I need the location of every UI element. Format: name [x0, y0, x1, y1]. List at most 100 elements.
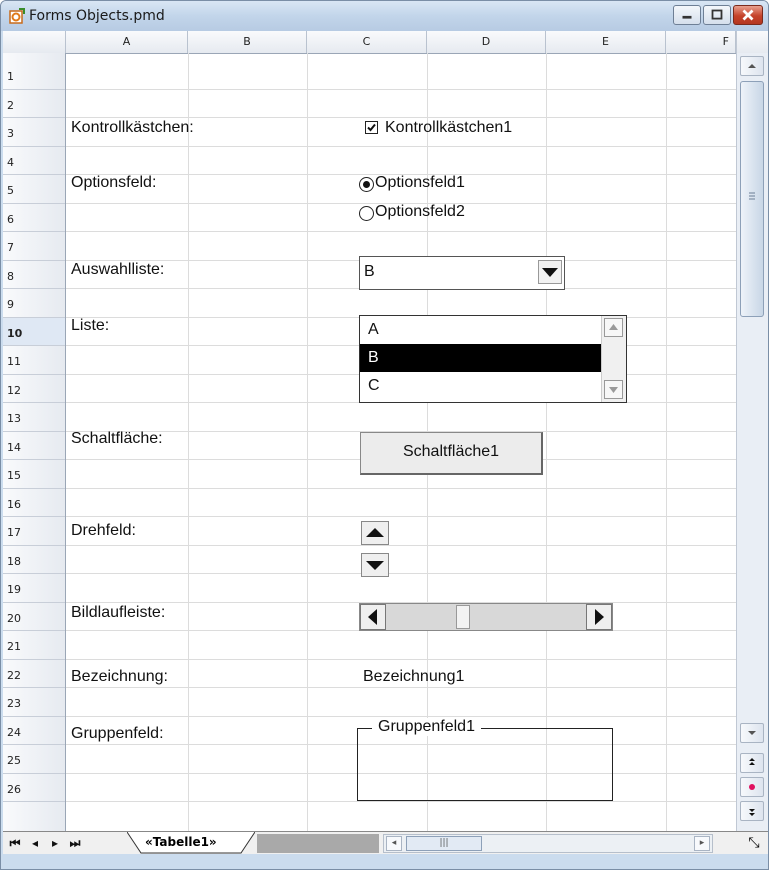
row-header-12[interactable]: 12 [3, 375, 65, 403]
sheet-vertical-scrollbar[interactable] [736, 53, 768, 831]
horizontal-scroll-thumb[interactable]: ||| [406, 836, 482, 851]
split-corner-icon[interactable]: ⤡ [743, 834, 765, 853]
row-header-bar: 1 2 3 4 5 6 7 8 9 10 11 12 13 14 15 16 17 18 19 20 21 22 23 24 2… [3, 53, 66, 831]
navigator-button[interactable] [740, 777, 764, 797]
grip-icon [749, 192, 755, 200]
row-header-14[interactable]: 14 [3, 432, 65, 460]
checkbox-kontrollkaestchen1[interactable] [365, 121, 378, 134]
maximize-button[interactable] [703, 5, 731, 25]
row-header-23[interactable]: 23 [3, 688, 65, 717]
column-header-e[interactable]: E [546, 31, 666, 53]
scroll-thumb[interactable] [456, 605, 470, 629]
row-header-3[interactable]: 3 [3, 118, 65, 147]
column-gridline [546, 53, 547, 831]
column-header-c[interactable]: C [307, 31, 427, 53]
listbox-scrollbar[interactable] [601, 316, 626, 402]
combo-auswahlliste[interactable]: B [359, 256, 565, 290]
row-header-16[interactable]: 16 [3, 489, 65, 517]
listbox-scroll-up[interactable] [604, 318, 623, 337]
column-header-a[interactable]: A [66, 31, 188, 53]
column-header-b[interactable]: B [188, 31, 307, 53]
column-header-d[interactable]: D [427, 31, 546, 53]
button-schaltflaeche1[interactable]: Schaltfläche1 [360, 432, 543, 475]
spin-up-button[interactable] [361, 521, 389, 545]
row-header-6[interactable]: 6 [3, 204, 65, 232]
spreadsheet-window: Forms Objects.pmd A B C D E F 1234567891… [0, 0, 769, 870]
close-button[interactable] [733, 5, 763, 25]
scroll-left-button[interactable] [360, 604, 386, 630]
radio-optionsfeld2-label[interactable]: Optionsfeld2 [375, 203, 465, 221]
checkbox-label[interactable]: Kontrollkästchen1 [385, 119, 512, 137]
maximize-icon [711, 9, 723, 20]
scrollbar-bildlaufleiste[interactable] [359, 603, 613, 631]
arrow-left-icon [368, 609, 377, 625]
label-bezeichnung1[interactable]: Bezeichnung1 [363, 668, 464, 686]
groupbox-gruppenfeld1[interactable]: Gruppenfeld1 [357, 718, 613, 801]
arrow-up-icon [366, 528, 384, 537]
prev-sheet-icon[interactable]: ◂ [27, 835, 43, 851]
row-header-21[interactable]: 21 [3, 631, 65, 660]
combo-dropdown-button[interactable] [538, 260, 562, 284]
row-header-4[interactable]: 4 [3, 147, 65, 175]
arrow-down-icon [609, 387, 618, 393]
row-header-7[interactable]: 7 [3, 232, 65, 261]
radio-optionsfeld2[interactable] [359, 206, 374, 221]
label-list: Liste: [71, 317, 110, 334]
scroll-up-button[interactable] [740, 56, 764, 76]
column-header-bar: A B C D E F [3, 31, 736, 54]
scroll-right-icon[interactable]: ▸ [694, 836, 710, 851]
row-header-11[interactable]: 11 [3, 346, 65, 375]
row-header-20[interactable]: 20 [3, 603, 65, 631]
label-option: Optionsfeld: [71, 174, 157, 191]
row-header-9[interactable]: 9 [3, 289, 65, 318]
listbox-liste[interactable]: A B C [359, 315, 627, 403]
column-header-f[interactable]: F [666, 31, 736, 53]
sheet-tab-bar: ⏮ ◂ ▸ ⏭ «Tabelle1» ◂ ||| ▸ ⤡ [3, 831, 768, 855]
radio-optionsfeld1-label[interactable]: Optionsfeld1 [375, 174, 465, 192]
sheet-horizontal-scrollbar[interactable]: ◂ ||| ▸ [383, 834, 713, 853]
row-header-13[interactable]: 13 [3, 403, 65, 432]
arrow-down-icon [366, 561, 384, 570]
next-sheet-icon[interactable]: ▸ [47, 835, 63, 851]
vertical-scrollbar-header [736, 31, 768, 54]
minimize-button[interactable] [673, 5, 701, 25]
row-header-5[interactable]: 5 [3, 175, 65, 204]
label-spin: Drehfeld: [71, 522, 136, 539]
groupbox-title: Gruppenfeld1 [372, 718, 481, 736]
list-item[interactable]: C [360, 372, 602, 400]
vertical-scroll-thumb[interactable] [740, 81, 764, 317]
select-all-corner[interactable] [3, 31, 66, 53]
row-header-26[interactable]: 26 [3, 774, 65, 802]
row-header-1[interactable]: 1 [3, 61, 65, 90]
label-checkbox: Kontrollkästchen: [71, 119, 194, 136]
next-page-button[interactable] [740, 801, 764, 821]
row-header-10[interactable]: 10 [3, 317, 65, 346]
previous-page-button[interactable] [740, 753, 764, 773]
row-header-17[interactable]: 17 [3, 517, 65, 546]
scroll-left-icon[interactable]: ◂ [386, 836, 402, 851]
row-header-19[interactable]: 19 [3, 574, 65, 603]
row-header-18[interactable]: 18 [3, 546, 65, 574]
scroll-right-button[interactable] [586, 604, 612, 630]
label-label: Bezeichnung: [71, 668, 168, 685]
row-header-24[interactable]: 24 [3, 717, 65, 745]
page-down-icon [749, 809, 755, 816]
last-sheet-icon[interactable]: ⏭ [67, 835, 83, 851]
row-header-2[interactable]: 2 [3, 90, 65, 118]
list-item-selected[interactable]: B [360, 344, 602, 372]
listbox-scroll-down[interactable] [604, 380, 623, 399]
spin-down-button[interactable] [361, 553, 389, 577]
sheet-tab-tabelle1[interactable]: «Tabelle1» [129, 832, 257, 854]
row-header-25[interactable]: 25 [3, 745, 65, 774]
first-sheet-icon[interactable]: ⏮ [7, 835, 23, 851]
row-header-8[interactable]: 8 [3, 261, 65, 289]
row-gridline [66, 801, 736, 802]
radio-optionsfeld1[interactable] [359, 177, 374, 192]
scroll-down-button[interactable] [740, 723, 764, 743]
list-item[interactable]: A [360, 316, 602, 344]
row-header-15[interactable]: 15 [3, 460, 65, 489]
row-gridline [66, 145, 736, 147]
column-gridline [307, 53, 308, 831]
row-gridline [66, 687, 736, 688]
row-header-22[interactable]: 22 [3, 660, 65, 688]
